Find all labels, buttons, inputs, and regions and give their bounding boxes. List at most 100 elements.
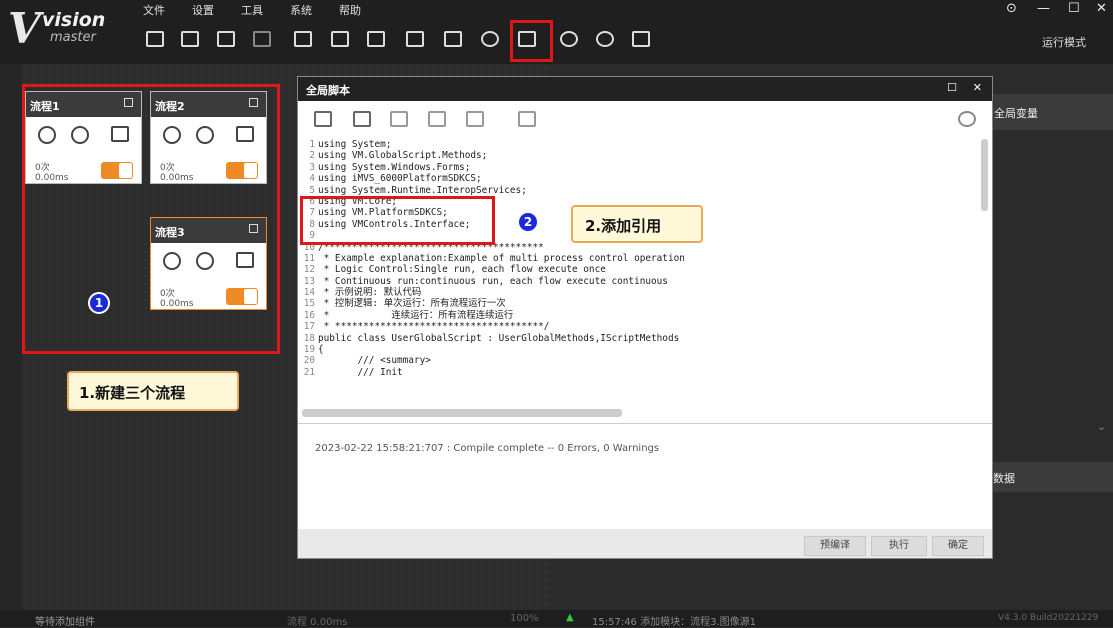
code-line: 15 * 控制逻辑: 单次运行：所有流程运行一次 (302, 298, 982, 309)
code-line: 3 using System.Windows.Forms; (302, 162, 982, 173)
menu-tools[interactable]: 工具 (241, 2, 263, 18)
vertical-scrollbar[interactable] (981, 139, 988, 211)
code-text: using System; (318, 139, 392, 150)
code-text: using System.Windows.Forms; (318, 161, 471, 173)
logo-mark: V (8, 4, 41, 53)
user-icon[interactable] (958, 111, 976, 127)
compile-output: 2023-02-22 15:58:21:707 : Compile comple… (298, 423, 992, 529)
communication-icon[interactable] (444, 31, 462, 47)
dialog-footer: 预编译 执行 确定 (298, 529, 992, 558)
global-script-dialog: 全局脚本 ☐ ✕ 1 using System; 2 using VM.GlobalS… (297, 76, 993, 559)
code-text: * Example explanation:Example of multi p… (318, 252, 685, 264)
code-line: 16 * 连续运行：所有流程连续运行 (302, 310, 982, 321)
code-line: 13 * Continuous run:continuous run, each… (302, 276, 982, 287)
code-text: /// Init (318, 366, 403, 378)
line-number: 3 (309, 161, 315, 173)
minimize-icon[interactable]: — (1037, 1, 1050, 16)
left-toolbox (0, 64, 22, 610)
list-icon[interactable] (428, 111, 446, 127)
code-text: * 连续运行：所有流程连续运行 (318, 309, 514, 321)
version: V4.3.0 Build20221229 (998, 613, 1099, 623)
save-icon[interactable] (146, 31, 164, 47)
variable-icon[interactable] (406, 31, 424, 47)
code-line: 12 * Logic Control:Single run, each flow… (302, 264, 982, 275)
open-folder-icon[interactable] (181, 31, 199, 47)
global-variable-header[interactable]: 全局变量 (993, 94, 1113, 130)
code-line: 21 /// Init (302, 367, 982, 378)
logo-text: vision (42, 9, 106, 31)
scheme-icon[interactable] (481, 31, 499, 47)
horizontal-scrollbar[interactable] (302, 409, 622, 417)
maximize-icon[interactable]: ☐ (947, 81, 957, 94)
run-mode-button[interactable]: 运行模式 (1042, 34, 1086, 50)
code-text: using iMVS_6000PlatformSDKCS; (318, 173, 482, 185)
close-solution-icon[interactable] (253, 31, 271, 47)
code-editor[interactable]: 1 using System; 2 using VM.GlobalScript.Met… (302, 139, 982, 414)
code-text: * 示例说明: 默认代码 (318, 287, 422, 299)
highlight-references (300, 196, 495, 245)
run-continuous-icon[interactable] (596, 31, 614, 47)
precompile-button[interactable]: 预编译 (804, 536, 866, 556)
code-icon[interactable] (390, 111, 408, 127)
script-toolbar (298, 101, 992, 139)
code-text: /// <summary> (318, 355, 431, 367)
user-icon[interactable]: ⊙ (1006, 1, 1017, 16)
menu-help[interactable]: 帮助 (339, 2, 361, 18)
step-badge-1: 1 (88, 292, 110, 314)
controller-icon[interactable] (367, 31, 385, 47)
code-line: 20 /// <summary> (302, 355, 982, 366)
close-icon[interactable]: ✕ (1096, 1, 1107, 16)
code-line: 2 using VM.GlobalScript.Methods; (302, 150, 982, 161)
log-message: 15:57:46 添加模块：流程3.图像源1 (592, 617, 756, 628)
status-text: 等待添加组件 (35, 617, 95, 628)
close-icon[interactable]: ✕ (973, 81, 982, 94)
logo-subtext: master (50, 30, 96, 45)
code-text: using System.Runtime.InteropServices; (318, 184, 527, 196)
compile-message: 2023-02-22 15:58:21:707 : Compile comple… (315, 443, 660, 454)
menu-file[interactable]: 文件 (143, 2, 165, 18)
success-icon: ▲ (566, 612, 574, 623)
code-text: using VM.GlobalScript.Methods; (318, 150, 488, 162)
ui-designer-icon[interactable] (632, 31, 650, 47)
data-header[interactable]: 数据 (993, 462, 1113, 492)
menu-bar: 文件 设置 工具 系统 帮助 (143, 2, 388, 18)
line-number: 19 (303, 344, 315, 356)
code-line: 17 * ***********************************… (302, 321, 982, 332)
code-line: 5 using System.Runtime.InteropServices; (302, 185, 982, 196)
line-number: 18 (303, 332, 315, 344)
logo: V vision master (0, 0, 125, 58)
run-once-icon[interactable] (560, 31, 578, 47)
line-number: 5 (309, 184, 315, 196)
code-text: * Logic Control:Single run, each flow ex… (318, 264, 606, 276)
code-line: 1 using System; (302, 139, 982, 150)
dialog-title-text: 全局脚本 (306, 84, 350, 97)
highlight-script-button (510, 20, 553, 62)
maximize-icon[interactable]: ☐ (1068, 1, 1080, 16)
image-source-icon[interactable] (294, 31, 312, 47)
save-as-icon[interactable] (217, 31, 235, 47)
top-bar: V vision master 文件 设置 工具 系统 帮助 ⊙ — ☐ ✕ 运… (0, 0, 1113, 64)
import-icon[interactable] (314, 111, 332, 127)
save-icon[interactable] (518, 111, 536, 127)
camera-icon[interactable] (331, 31, 349, 47)
menu-system[interactable]: 系统 (290, 2, 312, 18)
line-number: 13 (303, 275, 315, 287)
zoom-level: 100% (510, 613, 539, 624)
status-bar: 等待添加组件 流程 0.00ms 100% ▲ 15:57:46 添加模块：流程… (0, 610, 1113, 628)
export-icon[interactable] (353, 111, 371, 127)
line-number: 1 (309, 139, 315, 150)
code-text: * Continuous run:continuous run, each fl… (318, 275, 668, 287)
flow-time: 流程 0.00ms (287, 617, 348, 628)
callout-step-1: 1.新建三个流程 (67, 371, 239, 411)
menu-settings[interactable]: 设置 (192, 2, 214, 18)
line-number: 11 (303, 252, 315, 264)
code-line: 4 using iMVS_6000PlatformSDKCS; (302, 173, 982, 184)
line-number: 17 (303, 321, 315, 333)
ok-button[interactable]: 确定 (932, 536, 984, 556)
code-text: { (318, 344, 324, 356)
chevron-down-icon[interactable]: ⌄ (1097, 420, 1106, 433)
code-line: 18 public class UserGlobalScript : UserGl… (302, 333, 982, 344)
line-number: 14 (303, 287, 315, 299)
code-snippet-icon[interactable] (466, 111, 484, 127)
execute-button[interactable]: 执行 (871, 536, 927, 556)
